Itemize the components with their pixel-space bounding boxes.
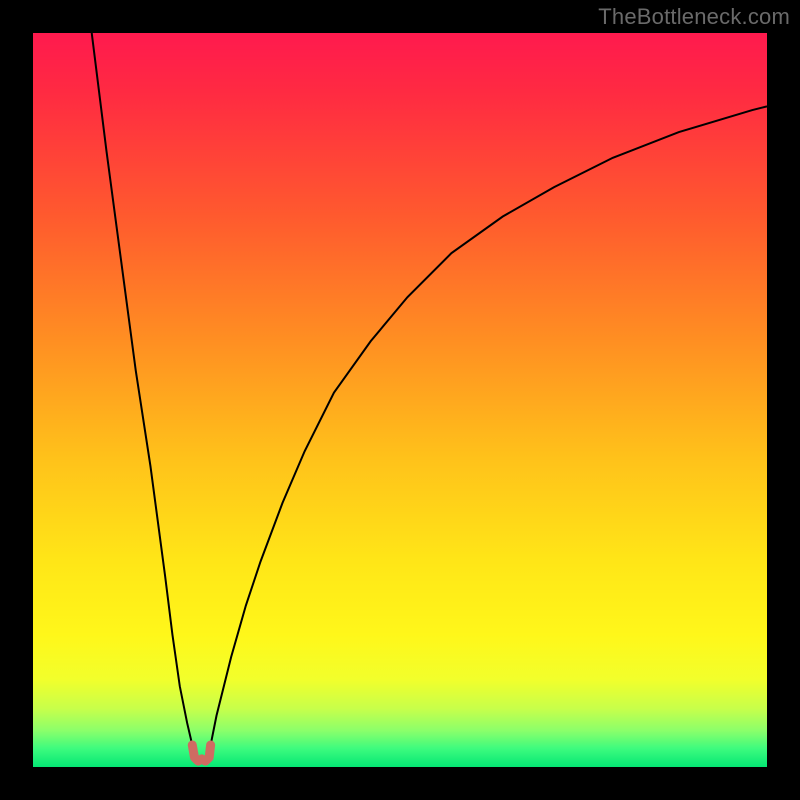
chart-stage: TheBottleneck.com bbox=[0, 0, 800, 800]
plot-background bbox=[33, 33, 767, 767]
watermark-text: TheBottleneck.com bbox=[598, 4, 790, 30]
chart-svg bbox=[0, 0, 800, 800]
